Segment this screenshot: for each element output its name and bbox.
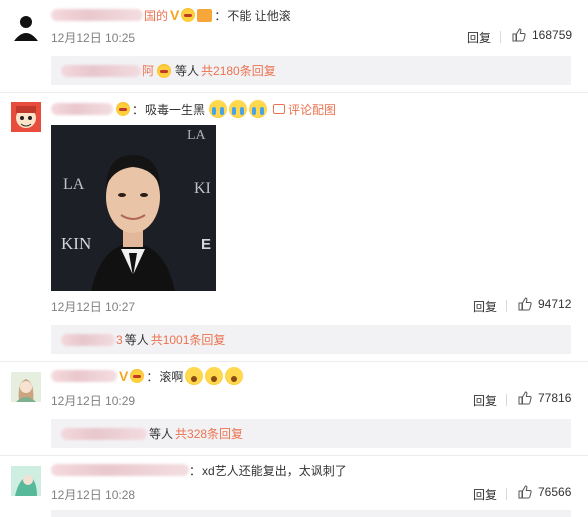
separator	[500, 31, 501, 43]
like-count: 76566	[538, 485, 572, 499]
thumb-up-icon	[512, 28, 526, 42]
username-blurred[interactable]	[51, 103, 113, 115]
replier-blurred[interactable]	[61, 427, 147, 440]
comment-text: 不能 让他滚	[227, 8, 291, 23]
like-button[interactable]: 94712	[518, 297, 571, 311]
thumb-up-icon	[518, 391, 532, 405]
avatar[interactable]	[11, 372, 41, 402]
backdrop-text: E	[201, 236, 211, 253]
comment-header: V ： 滚啊	[51, 367, 244, 385]
colon: ：	[146, 369, 159, 384]
comment-text: 吸毒一生黑	[145, 102, 206, 117]
vip-crown-icon	[130, 369, 145, 383]
member-badge-icon	[197, 8, 213, 22]
picture-icon	[273, 104, 286, 114]
verified-v-icon: V	[119, 368, 129, 384]
replies-summary[interactable]: 阿 等人 共2180条回复	[51, 56, 571, 85]
username-blurred[interactable]	[51, 464, 189, 476]
reply-button[interactable]: 回复	[467, 29, 491, 46]
surprised-emoji-icon	[225, 367, 244, 385]
replies-summary[interactable]: 等人 共328条回复	[51, 419, 571, 448]
like-button[interactable]: 168759	[512, 28, 572, 42]
backdrop-text: LA	[187, 128, 207, 143]
replier-suffix[interactable]: 3	[116, 333, 123, 347]
username-blurred[interactable]	[51, 370, 117, 382]
comment-text: xd艺人还能复出，太讽刺了	[202, 463, 347, 478]
avatar[interactable]	[11, 102, 41, 132]
vip-crown-icon	[181, 8, 196, 22]
replies-equal-label: 等人	[175, 64, 200, 78]
comment-image-label: 评论配图	[288, 102, 337, 117]
comment-image-link[interactable]: 评论配图	[273, 101, 336, 118]
surprised-emoji-icon	[205, 367, 224, 385]
colon: ：	[214, 8, 227, 23]
vip-crown-icon	[116, 102, 130, 116]
replier-blurred[interactable]	[61, 333, 115, 346]
replies-total-link[interactable]: 共2180条回复	[201, 62, 276, 79]
vip-crown-icon	[157, 63, 172, 78]
divider	[0, 361, 588, 362]
separator	[506, 300, 507, 312]
replies-total-link[interactable]: 共328条回复	[175, 425, 243, 442]
reply-button[interactable]: 回复	[473, 392, 497, 409]
comment-header: 国的 V ： 不能 让他滚	[51, 6, 291, 24]
replies-summary[interactable]	[51, 510, 571, 517]
replies-equal-label: 等人	[124, 333, 149, 347]
username-blurred[interactable]	[51, 9, 143, 21]
separator	[506, 488, 507, 500]
timestamp: 12月12日 10:28	[51, 488, 136, 502]
username-suffix[interactable]: 国的	[144, 7, 168, 24]
thumb-up-icon	[518, 297, 532, 311]
colon: ：	[132, 102, 145, 117]
crying-emoji-icon	[249, 100, 268, 118]
backdrop-text: LA	[63, 176, 85, 193]
like-count: 168759	[532, 28, 573, 42]
reply-button[interactable]: 回复	[473, 298, 497, 315]
like-button[interactable]: 76566	[518, 485, 571, 499]
replies-total-link[interactable]: 共1001条回复	[151, 331, 226, 348]
replier-suffix[interactable]: 阿	[142, 62, 154, 79]
crying-emoji-icon	[209, 100, 228, 118]
like-count: 77816	[538, 391, 572, 405]
timestamp: 12月12日 10:25	[51, 31, 136, 45]
divider	[0, 92, 588, 93]
replies-equal-label: 等人	[149, 427, 174, 441]
avatar[interactable]	[11, 11, 41, 41]
comment-photo[interactable]: LA LA KI KIN E	[51, 125, 216, 291]
backdrop-text: KI	[194, 180, 211, 197]
comment-header: ： 吸毒一生黑 评论配图	[51, 100, 336, 118]
divider	[0, 455, 588, 456]
like-count: 94712	[538, 297, 572, 311]
comment-text: 滚啊	[159, 369, 184, 384]
colon: ：	[189, 463, 202, 478]
timestamp: 12月12日 10:27	[51, 300, 136, 314]
thumb-up-icon	[518, 485, 532, 499]
separator	[506, 394, 507, 406]
surprised-emoji-icon	[185, 367, 204, 385]
crying-emoji-icon	[229, 100, 248, 118]
like-button[interactable]: 77816	[518, 391, 571, 405]
replier-blurred[interactable]	[61, 64, 141, 77]
verified-v-icon: V	[170, 7, 180, 23]
backdrop-text: KIN	[61, 234, 91, 253]
timestamp: 12月12日 10:29	[51, 394, 136, 408]
replies-summary[interactable]: 3 等人 共1001条回复	[51, 325, 571, 354]
comment-header: ： xd艺人还能复出，太讽刺了	[51, 461, 347, 479]
avatar[interactable]	[11, 466, 41, 496]
reply-button[interactable]: 回复	[473, 486, 497, 503]
